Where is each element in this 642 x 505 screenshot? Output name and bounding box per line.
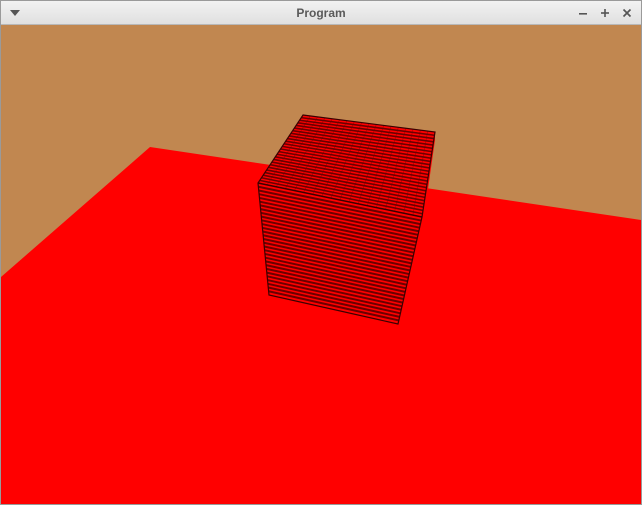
- window-menu-button[interactable]: [7, 5, 23, 21]
- maximize-button[interactable]: [597, 5, 613, 21]
- window-title: Program: [296, 6, 346, 20]
- minimize-button[interactable]: [575, 5, 591, 21]
- minimize-icon: [579, 13, 587, 15]
- app-window: Program: [0, 0, 642, 505]
- render-viewport[interactable]: [1, 25, 641, 504]
- close-button[interactable]: [619, 5, 635, 21]
- 3d-scene: [1, 25, 641, 504]
- title-bar[interactable]: Program: [1, 1, 641, 25]
- close-icon: [622, 8, 632, 18]
- chevron-down-icon: [10, 10, 20, 16]
- window-controls: [575, 5, 635, 21]
- maximize-icon: [601, 9, 609, 17]
